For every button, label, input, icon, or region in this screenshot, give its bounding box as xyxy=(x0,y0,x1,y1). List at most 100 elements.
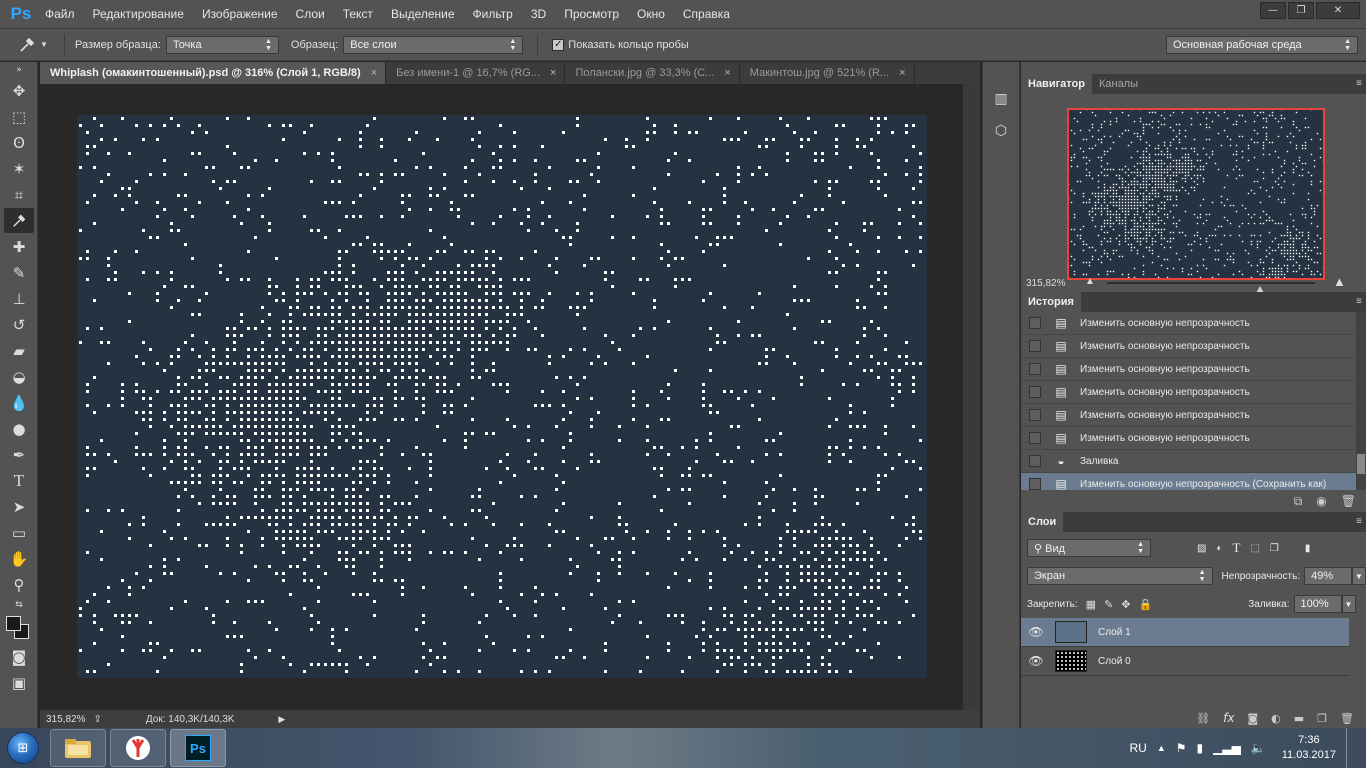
zoom-out-icon[interactable]: ▲ xyxy=(1085,276,1095,287)
color-swatches[interactable] xyxy=(4,614,34,642)
taskbar-yandex-browser[interactable] xyxy=(110,729,166,767)
new-layer-icon[interactable]: ❐ xyxy=(1317,712,1327,725)
history-scroll-thumb[interactable] xyxy=(1357,454,1365,474)
menu-item[interactable]: Фильтр xyxy=(464,0,522,28)
clone-stamp-tool-icon[interactable]: ⊥ xyxy=(4,286,34,311)
lasso-tool-icon[interactable]: ʘ xyxy=(4,130,34,155)
menu-item[interactable]: 3D xyxy=(522,0,555,28)
volume-icon[interactable]: 🔈 xyxy=(1251,741,1266,755)
layer-filter-select[interactable]: ⚲ Вид ▲ ▼ xyxy=(1027,539,1151,557)
visibility-eye-icon[interactable]: 👁 xyxy=(1021,654,1051,668)
lock-pixels-icon[interactable]: ✎ xyxy=(1104,598,1113,611)
history-item[interactable]: ▤ Изменить основную непрозрачность xyxy=(1021,312,1356,335)
navigator-zoom-value[interactable]: 315,82% xyxy=(1026,278,1065,289)
menu-item[interactable]: Изображение xyxy=(193,0,287,28)
camera-icon[interactable]: ◉ xyxy=(1316,494,1326,508)
close-tab-icon[interactable]: × xyxy=(724,67,730,79)
swap-colors-icon[interactable]: ⇆ xyxy=(4,598,34,612)
lock-all-icon[interactable]: 🔒 xyxy=(1139,598,1153,611)
zoom-slider[interactable] xyxy=(1107,282,1315,293)
panel-menu-icon[interactable]: ≡ xyxy=(1356,516,1362,527)
history-brush-tool-icon[interactable]: ↺ xyxy=(4,312,34,337)
document-tab[interactable]: Макинтош.jpg @ 521% (R... × xyxy=(740,62,915,84)
history-snapshot-checkbox[interactable] xyxy=(1029,455,1041,467)
layer-row[interactable]: 👁 Слой 1 xyxy=(1021,618,1349,647)
history-item[interactable]: ▤ Изменить основную непрозрачность xyxy=(1021,358,1356,381)
document-canvas[interactable] xyxy=(77,115,927,678)
menu-item[interactable]: Просмотр xyxy=(555,0,628,28)
collapse-icon[interactable]: » xyxy=(4,63,34,77)
show-hidden-icons-icon[interactable]: ▲ xyxy=(1157,743,1166,753)
filter-toggle-icon[interactable]: ▮ xyxy=(1305,543,1311,554)
fill-input[interactable]: 100% xyxy=(1293,595,1342,613)
close-tab-icon[interactable]: × xyxy=(371,67,377,79)
menu-item[interactable]: Справка xyxy=(674,0,739,28)
menu-item[interactable]: Окно xyxy=(628,0,674,28)
document-tab[interactable]: Полански.jpg @ 33,3% (С... × xyxy=(565,62,740,84)
vertical-scrollbar[interactable] xyxy=(963,84,980,710)
workspace-select[interactable]: Основная рабочая среда ▲ ▼ xyxy=(1166,36,1358,54)
history-item[interactable]: ▤ Изменить основную непрозрачность xyxy=(1021,381,1356,404)
show-desktop-button[interactable] xyxy=(1346,728,1356,768)
add-mask-icon[interactable]: ◙ xyxy=(1247,712,1258,725)
show-ring-checkbox[interactable]: ✓ xyxy=(552,38,565,51)
sample-size-select[interactable]: Точка ▲ ▼ xyxy=(165,35,279,54)
menu-item[interactable]: Выделение xyxy=(382,0,464,28)
history-snapshot-checkbox[interactable] xyxy=(1029,386,1041,398)
menu-item[interactable]: Редактирование xyxy=(84,0,193,28)
filter-type-icon[interactable]: T xyxy=(1233,540,1241,556)
history-snapshot-checkbox[interactable] xyxy=(1029,363,1041,375)
path-selection-tool-icon[interactable]: ➤ xyxy=(4,494,34,519)
trash-icon[interactable]: 🗑 xyxy=(1341,494,1356,508)
start-button[interactable]: ⊞ xyxy=(0,728,46,768)
menu-item[interactable]: Слои xyxy=(287,0,334,28)
opacity-dropdown-icon[interactable]: ▼ xyxy=(1352,567,1366,585)
history-snapshot-checkbox[interactable] xyxy=(1029,317,1041,329)
dodge-tool-icon[interactable]: ● xyxy=(4,416,34,441)
language-indicator[interactable]: RU xyxy=(1129,741,1146,755)
panel-menu-icon[interactable]: ≡ xyxy=(1356,296,1362,307)
brush-tool-icon[interactable]: ✎ xyxy=(4,260,34,285)
menu-item[interactable]: Файл xyxy=(36,0,84,28)
opacity-input[interactable]: 49% xyxy=(1304,567,1353,585)
new-document-from-state-icon[interactable]: ⧉ xyxy=(1294,494,1303,509)
navigator-preview[interactable] xyxy=(1024,94,1362,282)
hand-tool-icon[interactable]: ✋ xyxy=(4,546,34,571)
document-tab[interactable]: Whiplash (омакинтошенный).psd @ 316% (Сл… xyxy=(40,62,387,84)
action-center-flag-icon[interactable]: ⚑ xyxy=(1176,741,1187,755)
history-snapshot-checkbox[interactable] xyxy=(1029,340,1041,352)
visibility-eye-icon[interactable]: 👁 xyxy=(1021,625,1051,639)
new-group-icon[interactable]: ▬ xyxy=(1294,712,1304,725)
minimize-button[interactable]: — xyxy=(1260,2,1286,19)
history-item[interactable]: ▤ Изменить основную непрозрачность xyxy=(1021,335,1356,358)
navigator-view-frame[interactable] xyxy=(1067,108,1325,280)
fill-dropdown-icon[interactable]: ▼ xyxy=(1341,595,1356,613)
filter-shape-icon[interactable]: ⬚ xyxy=(1250,543,1259,554)
menu-item[interactable]: Текст xyxy=(334,0,382,28)
history-item[interactable]: ▤ Изменить основную непрозрачность xyxy=(1021,404,1356,427)
magic-wand-tool-icon[interactable]: ✶ xyxy=(4,156,34,181)
lock-position-icon[interactable]: ✥ xyxy=(1121,598,1130,611)
history-snapshot-checkbox[interactable] xyxy=(1029,432,1041,444)
document-tab[interactable]: Без имени-1 @ 16,7% (RG... × xyxy=(386,62,566,84)
history-item[interactable]: ◒ Заливка xyxy=(1021,450,1356,473)
clock[interactable]: 7:36 11.03.2017 xyxy=(1282,733,1336,763)
panel-menu-icon[interactable]: ≡ xyxy=(1356,78,1362,89)
eyedropper-tool-icon[interactable] xyxy=(4,208,34,233)
close-button[interactable]: ✕ xyxy=(1316,2,1360,19)
3d-cube-icon[interactable]: ⬡ xyxy=(988,118,1014,144)
move-tool-icon[interactable]: ✥ xyxy=(4,78,34,103)
foreground-color[interactable] xyxy=(6,616,21,631)
power-icon[interactable]: ▮ xyxy=(1197,741,1204,755)
type-tool-icon[interactable]: T xyxy=(4,468,34,493)
tool-preset-picker[interactable]: ▼ xyxy=(18,33,58,57)
close-tab-icon[interactable]: × xyxy=(550,67,556,79)
rectangle-tool-icon[interactable]: ▭ xyxy=(4,520,34,545)
restore-button[interactable]: ❐ xyxy=(1288,2,1314,19)
lock-transparency-icon[interactable]: ▦ xyxy=(1086,598,1096,611)
crop-tool-icon[interactable]: ⌗ xyxy=(4,182,34,207)
layer-name[interactable]: Слой 1 xyxy=(1098,627,1131,638)
paint-bucket-tool-icon[interactable]: ◒ xyxy=(4,364,34,389)
status-zoom[interactable]: 315,82% xyxy=(46,714,85,725)
delete-layer-icon[interactable]: 🗑 xyxy=(1340,712,1354,725)
